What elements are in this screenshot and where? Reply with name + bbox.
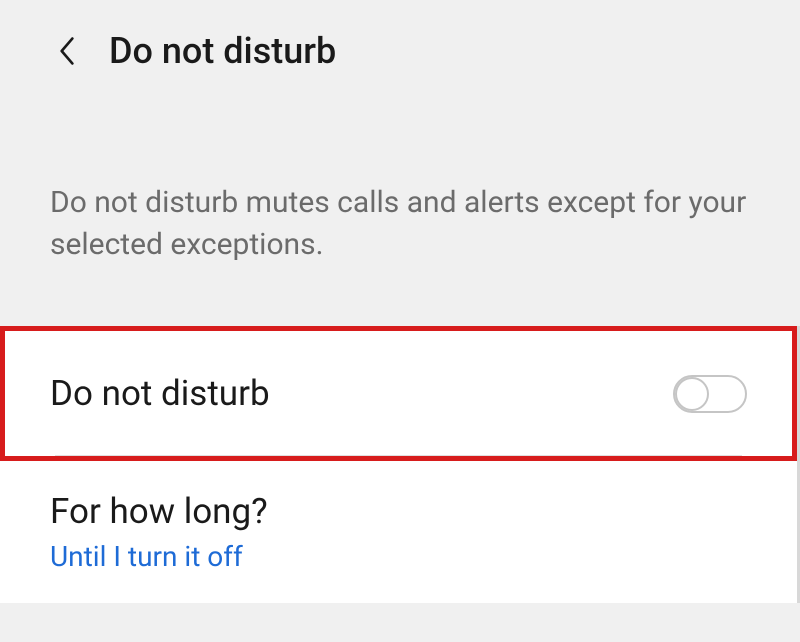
header: Do not disturb [0, 0, 800, 92]
dnd-label: Do not disturb [50, 373, 270, 414]
toggle-knob [675, 377, 709, 411]
description-text: Do not disturb mutes calls and alerts ex… [0, 92, 800, 306]
settings-list: Do not disturb For how long? Until I tur… [0, 326, 800, 603]
dnd-toggle[interactable] [673, 375, 747, 413]
duration-row[interactable]: For how long? Until I turn it off [0, 461, 797, 603]
back-icon[interactable] [55, 39, 79, 63]
duration-value[interactable]: Until I turn it off [50, 540, 747, 573]
dnd-toggle-row[interactable]: Do not disturb [0, 326, 797, 461]
page-title: Do not disturb [109, 30, 336, 72]
duration-label: For how long? [50, 491, 747, 532]
